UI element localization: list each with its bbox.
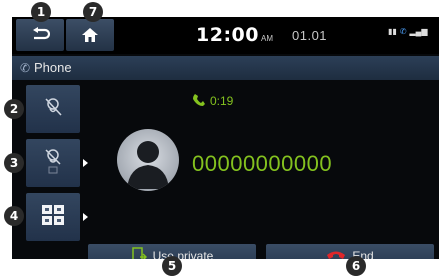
mute-microphone-button[interactable] bbox=[26, 85, 80, 133]
phone-call-screen: 12:00 AM 01.01 ▮▮ ✆ ▂▄▆ ✆ Phone 0:19 000… bbox=[12, 17, 439, 259]
callout-4: 4 bbox=[4, 206, 24, 226]
phone-icon: ✆ bbox=[20, 61, 31, 75]
submenu-arrow-icon bbox=[83, 213, 88, 221]
battery-icon: ▮▮ bbox=[388, 27, 397, 36]
mute-microphone-icon bbox=[41, 95, 65, 124]
contact-avatar bbox=[117, 129, 179, 191]
call-active-icon bbox=[192, 93, 206, 112]
title-bar: ✆ Phone bbox=[12, 56, 439, 80]
home-button[interactable] bbox=[66, 19, 114, 51]
top-bar: 12:00 AM 01.01 ▮▮ ✆ ▂▄▆ bbox=[12, 17, 439, 54]
keypad-button[interactable] bbox=[26, 193, 88, 241]
keypad-icon bbox=[40, 203, 66, 232]
ampm-indicator: AM bbox=[261, 34, 273, 43]
submenu-arrow-icon bbox=[83, 159, 88, 167]
date: 01.01 bbox=[292, 28, 328, 43]
callout-7: 7 bbox=[83, 2, 103, 22]
callout-2: 2 bbox=[4, 99, 24, 119]
back-icon bbox=[30, 27, 50, 43]
callout-3: 3 bbox=[4, 153, 24, 173]
end-call-icon bbox=[326, 249, 346, 260]
back-button[interactable] bbox=[16, 19, 64, 51]
callout-6: 6 bbox=[346, 256, 366, 276]
microphone-volume-button[interactable] bbox=[26, 139, 88, 187]
home-icon bbox=[81, 27, 99, 43]
caller-number: 00000000000 bbox=[192, 151, 333, 176]
page-title: Phone bbox=[34, 60, 72, 75]
status-icons: ▮▮ ✆ ▂▄▆ bbox=[388, 27, 428, 36]
callout-5: 5 bbox=[162, 256, 182, 276]
use-private-label: Use private bbox=[152, 249, 214, 259]
clock: 12:00 bbox=[196, 24, 259, 46]
microphone-volume-icon bbox=[40, 147, 66, 180]
use-private-icon bbox=[131, 246, 147, 259]
signal-icon: ▂▄▆ bbox=[409, 27, 428, 36]
callout-1: 1 bbox=[31, 2, 51, 22]
phone-connected-icon: ✆ bbox=[399, 27, 407, 36]
call-duration: 0:19 bbox=[210, 94, 234, 108]
